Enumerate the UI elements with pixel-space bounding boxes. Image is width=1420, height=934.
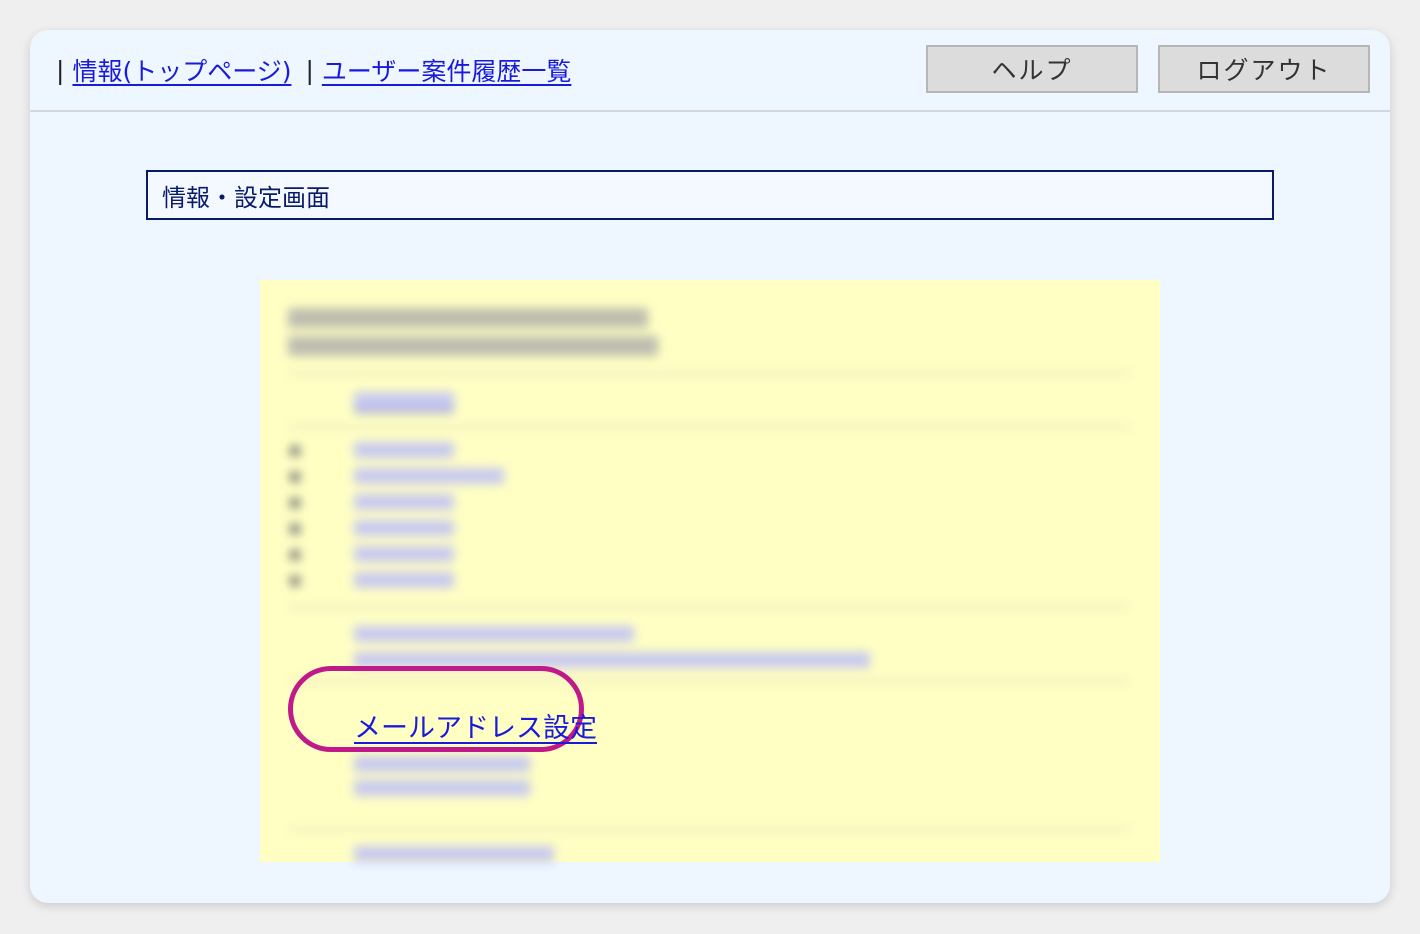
- bullet: [290, 498, 300, 508]
- divider: [288, 372, 1130, 374]
- obscured-link: [354, 442, 454, 458]
- help-button[interactable]: ヘルプ: [926, 45, 1138, 93]
- bullet: [290, 524, 300, 534]
- obscured-link: [354, 756, 530, 772]
- logout-button[interactable]: ログアウト: [1158, 45, 1370, 93]
- page-title: 情報・設定画面: [146, 170, 1274, 220]
- settings-panel: メールアドレス設定: [260, 280, 1160, 862]
- nav-separator: |: [305, 55, 314, 85]
- obscured-link: [354, 546, 454, 562]
- nav-separator: |: [56, 55, 65, 85]
- breadcrumb: | 情報(トップページ) | ユーザー案件履歴一覧: [56, 52, 571, 88]
- bullet: [290, 576, 300, 586]
- obscured-link: [354, 846, 554, 862]
- obscured-link: [354, 494, 454, 510]
- obscured-link: [354, 392, 454, 412]
- obscured-link: [354, 468, 504, 484]
- obscured-link: [354, 780, 530, 796]
- bullet: [290, 550, 300, 560]
- bullet: [290, 446, 300, 456]
- divider: [288, 426, 1130, 428]
- obscured-text: [288, 304, 658, 356]
- divider: [288, 828, 1130, 830]
- top-page-link[interactable]: 情報(トップページ): [72, 52, 291, 88]
- obscured-link: [354, 626, 634, 642]
- email-settings-link[interactable]: メールアドレス設定: [354, 706, 597, 745]
- obscured-link: [354, 520, 454, 536]
- divider: [288, 606, 1130, 608]
- bullet: [290, 472, 300, 482]
- user-history-link[interactable]: ユーザー案件履歴一覧: [322, 52, 572, 88]
- top-bar: | 情報(トップページ) | ユーザー案件履歴一覧 ヘルプ ログアウト: [30, 30, 1390, 112]
- app-window: | 情報(トップページ) | ユーザー案件履歴一覧 ヘルプ ログアウト 情報・設…: [30, 30, 1390, 903]
- obscured-link: [354, 572, 454, 588]
